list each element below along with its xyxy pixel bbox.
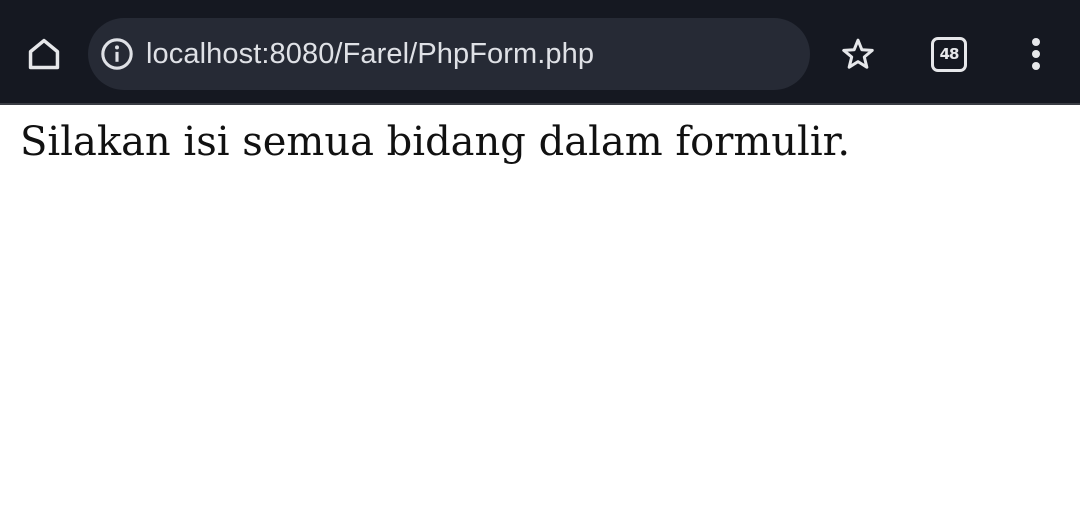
tab-switcher-button[interactable]: 48 bbox=[918, 24, 980, 84]
address-bar[interactable]: localhost:8080/Farel/PhpForm.php bbox=[88, 18, 810, 90]
form-message: Silakan isi semua bidang dalam formulir. bbox=[20, 119, 851, 165]
page-content: Silakan isi semua bidang dalam formulir. bbox=[0, 105, 1080, 517]
more-vert-icon bbox=[1032, 38, 1040, 70]
info-icon[interactable] bbox=[100, 37, 134, 71]
tab-count: 48 bbox=[939, 45, 960, 63]
bookmark-button[interactable] bbox=[828, 24, 888, 84]
home-icon bbox=[28, 38, 60, 70]
home-button[interactable] bbox=[14, 24, 74, 84]
star-icon bbox=[842, 38, 874, 69]
tab-switcher-icon: 48 bbox=[931, 36, 967, 72]
browser-toolbar: localhost:8080/Farel/PhpForm.php 48 bbox=[0, 0, 1080, 105]
menu-button[interactable] bbox=[1010, 24, 1062, 84]
url-text[interactable]: localhost:8080/Farel/PhpForm.php bbox=[146, 38, 594, 71]
